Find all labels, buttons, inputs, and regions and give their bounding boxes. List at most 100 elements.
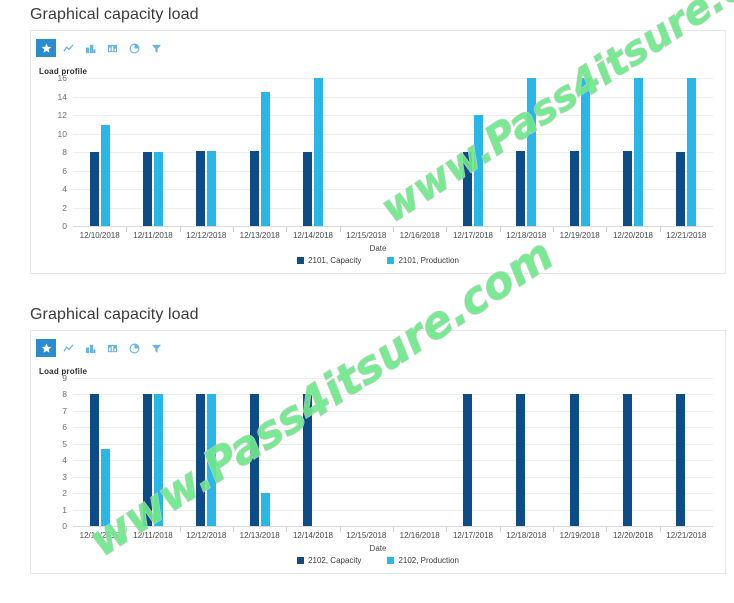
chart-category-group [660, 78, 713, 226]
bar-capacity[interactable] [142, 152, 152, 226]
bar-production[interactable] [527, 78, 537, 226]
x-axis-tick-label: 12/13/2018 [239, 531, 280, 540]
load-profile-chart-2: 0 1 2 3 4 5 6 7 8 9 12/10/2018 12/11/2018 12/12/2018… [31, 373, 725, 573]
chart-category-group [286, 378, 339, 526]
favorite-star-icon[interactable] [36, 39, 56, 57]
bar-capacity[interactable] [302, 394, 312, 526]
bar-production[interactable] [260, 493, 270, 526]
x-axis-separator [606, 227, 608, 232]
bar-capacity[interactable] [622, 151, 632, 226]
bar-capacity[interactable] [676, 394, 686, 526]
y-axis-tick-label: 2 [62, 202, 67, 213]
x-axis-separator [553, 227, 554, 232]
bar-capacity[interactable] [196, 151, 206, 226]
bar-capacity[interactable] [196, 394, 206, 526]
section-label: Load profile [39, 67, 88, 76]
x-axis-separator [553, 527, 554, 532]
x-axis-tick-label: 12/17/2018 [452, 531, 494, 540]
x-axis-tick-label: 12/10/2018 [79, 231, 120, 240]
chart-category-group [446, 78, 499, 226]
x-axis-separator [446, 527, 448, 532]
bar-capacity[interactable] [569, 394, 579, 526]
x-axis-tick-label: 12/14/2018 [292, 531, 334, 540]
chart-category-group [446, 378, 499, 526]
chart-category-group [660, 378, 713, 526]
bar-production[interactable] [260, 91, 270, 226]
x-axis-tick-label: 12/18/2018 [506, 231, 547, 240]
y-axis-tick-label: 0 [62, 221, 67, 231]
x-axis-tick-label: 12/12/2018 [186, 231, 227, 240]
x-axis-separator [499, 527, 501, 532]
bar-production[interactable] [100, 448, 110, 526]
legend-swatch [297, 557, 305, 564]
bar-capacity[interactable] [142, 394, 152, 526]
y-axis-tick-label: 16 [57, 73, 67, 83]
bar-production[interactable] [207, 394, 217, 526]
favorite-star-icon[interactable] [36, 339, 56, 357]
bar-capacity[interactable] [249, 394, 259, 526]
pie-chart-icon[interactable] [124, 339, 144, 357]
bar-production[interactable] [313, 78, 323, 226]
legend-item[interactable]: 2102, Capacity [297, 556, 361, 565]
bar-chart-icon[interactable] [80, 39, 100, 57]
bar-capacity[interactable] [302, 152, 312, 226]
plot-area: 0 2 4 6 8 10 12 14 16 12/10/2018 12/11/2018 12/12/2… [58, 73, 713, 240]
y-axis-tick-label: 10 [57, 128, 67, 139]
filter-icon[interactable] [146, 39, 166, 57]
column-chart-icon[interactable] [102, 39, 122, 57]
x-axis-tick-label: 12/21/2018 [666, 531, 707, 540]
x-axis-tick-label: 12/11/2018 [133, 531, 173, 540]
bar-production[interactable] [687, 78, 697, 226]
capacity-load-panel-1: Graphical capacity load Load profile 0 2 4… [0, 6, 734, 274]
y-axis-tick-label: 8 [62, 389, 67, 400]
bar-production[interactable] [580, 78, 590, 226]
x-axis-separator [339, 527, 341, 532]
legend-item[interactable]: 2102, Production [387, 556, 459, 565]
line-chart-icon[interactable] [58, 339, 78, 357]
bar-capacity[interactable] [249, 151, 259, 226]
bar-capacity[interactable] [462, 394, 472, 526]
legend-swatch [297, 257, 305, 264]
chart-category-group [393, 378, 446, 526]
x-axis-tick-label: 12/16/2018 [399, 531, 440, 540]
x-axis-separator [286, 527, 288, 532]
bar-capacity[interactable] [462, 152, 472, 226]
x-axis-tick-label: 12/12/2018 [186, 531, 227, 540]
panel-body-2: Load profile 0 1 2 3 4 5 6 7 8 9 12/10/2018 12/11/2… [30, 330, 726, 574]
x-axis-separator [233, 527, 234, 532]
legend-label: 2102, Production [398, 556, 459, 565]
chart-category-group [180, 78, 233, 226]
line-chart-icon[interactable] [58, 39, 78, 57]
bar-production[interactable] [473, 115, 483, 226]
bar-capacity[interactable] [622, 394, 632, 526]
x-axis-separator [393, 527, 394, 532]
chart-category-group [340, 78, 393, 226]
y-axis-tick-label: 14 [57, 91, 67, 102]
bar-capacity[interactable] [89, 152, 99, 226]
bar-capacity[interactable] [516, 151, 526, 226]
column-chart-icon[interactable] [102, 339, 122, 357]
bar-production[interactable] [153, 394, 163, 526]
legend-item[interactable]: 2101, Production [387, 256, 459, 265]
x-axis-separator [286, 227, 288, 232]
bar-capacity[interactable] [676, 152, 686, 226]
page-title-2: Graphical capacity load [30, 306, 199, 323]
x-axis-separator [659, 227, 661, 232]
filter-icon[interactable] [146, 339, 166, 357]
bar-capacity[interactable] [89, 394, 99, 526]
section-label-2: Load profile [39, 367, 88, 376]
plot-area-2: 0 1 2 3 4 5 6 7 8 9 12/10/2018 12/11/2018 12/12/2018… [62, 373, 713, 540]
pie-chart-icon[interactable] [124, 39, 144, 57]
bar-production[interactable] [633, 78, 643, 226]
x-axis-tick-label: 12/10/2018 [79, 531, 120, 540]
x-axis-separator [606, 527, 608, 532]
x-axis-separator [339, 227, 341, 232]
bar-production[interactable] [100, 125, 110, 226]
bar-capacity[interactable] [516, 394, 526, 526]
legend-item[interactable]: 2101, Capacity [297, 256, 361, 265]
bar-capacity[interactable] [569, 151, 579, 226]
bar-production[interactable] [153, 152, 163, 226]
bar-chart-icon[interactable] [80, 339, 100, 357]
y-axis-tick-label: 9 [62, 373, 67, 383]
bar-production[interactable] [207, 151, 217, 226]
